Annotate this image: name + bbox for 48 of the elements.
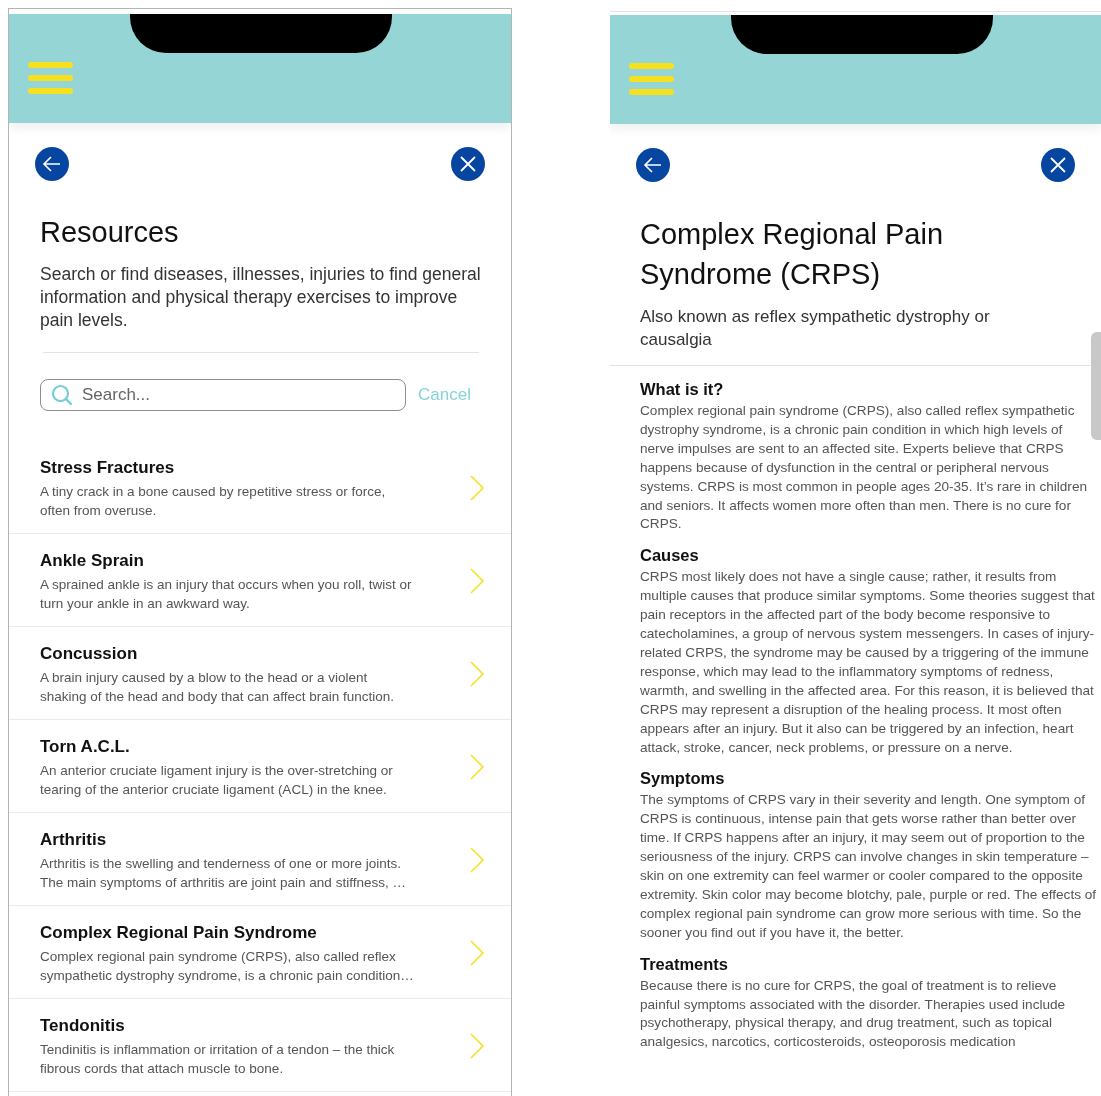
item-summary: Arthritis is the swelling and tenderness of one or more joints. The main symptoms of arthritis are joint pain and stiffness, … [40, 854, 407, 892]
item-summary: A brain injury caused by a blow to the head or a violent shaking of the head and body that can affect brain function. [40, 668, 395, 706]
close-button[interactable] [451, 147, 485, 181]
item-title: Concussion [40, 642, 139, 665]
item-summary: Complex regional pain syndrome (CRPS), also called reflex sympathetic dystrophy syndrome, is a chronic pain condition… [40, 947, 415, 985]
resource-item[interactable]: Complex Regional Pain Syndrome Complex regional pain syndrome (CRPS), also called reflex sympathetic dystrophy syndrome, is a chronic pain condition… [9, 906, 511, 998]
page-description: Search or find diseases, illnesses, injuries to find general information and physical therapy exercises to improve pain levels. [40, 263, 482, 332]
resource-item[interactable]: Arthritis Arthritis is the swelling and tenderness of one or more joints. The main symptoms of arthritis are joint pain and stiffness, … [9, 813, 511, 905]
section-text: Complex regional pain syndrome (CRPS), also called reflex sympathetic dystrophy syndrome, is a chronic pain condition in which high levels of nerve impulses are sent to an affected site. Experts believe that CRPS happens because of dysfunction in the central or peripheral nervous systems. CRPS is most common in people ages 20-35. It’s rare in children and seniors. It affects women more often than men. There is no cure for CRPS. [640, 402, 1089, 534]
close-icon [459, 155, 477, 173]
resource-item[interactable]: Ankle Sprain A sprained ankle is an injury that occurs when you roll, twist or turn your ankle in an awkward way. [9, 534, 511, 626]
item-title: Complex Regional Pain Syndrome [40, 921, 318, 944]
chevron-right-icon [469, 939, 485, 967]
item-title: Stress Fractures [40, 456, 176, 479]
resource-item[interactable]: Stress Fractures A tiny crack in a bone caused by repetitive stress or force, often from overuse. [9, 441, 511, 533]
article-subtitle: Also known as reflex sympathetic dystrophy or causalgia [640, 306, 991, 351]
item-summary: An anterior cruciate ligament injury is the over-stretching or tearing of the anterior cruciate ligament (ACL) in the knee. [40, 761, 394, 799]
back-button[interactable] [35, 147, 69, 181]
item-title: Torn A.C.L. [40, 735, 131, 758]
resource-item[interactable]: Torn A.C.L. An anterior cruciate ligament injury is the over-stretching or tearing of the anterior cruciate ligament (ACL) in the knee. [9, 720, 511, 812]
chevron-right-icon [469, 1032, 485, 1060]
close-button[interactable] [1041, 148, 1075, 182]
search-icon [51, 384, 73, 406]
article-title: Complex Regional Pain Syndrome (CRPS) [640, 217, 945, 292]
close-icon [1049, 156, 1067, 174]
section-text: The symptoms of CRPS vary in their severity and length. One symptom of CRPS is continuous, intense pain that gets worse rather than better over time. If CRPS happens after an injury, it may seem out of proportion to the seriousness of the injury. CRPS can involve changes in skin temperature – skin on one extremity can feel warmer or cooler compared to the opposite extremity. Skin color may become blotchy, pale, purple or red. The effects of complex regional pain syndrome can grow more serious with time. So the sooner you find out if you have it, the better. [640, 791, 1098, 942]
search-field[interactable]: Search... [40, 379, 406, 411]
item-summary: A tiny crack in a bone caused by repetitive stress or force, often from overuse. [40, 482, 387, 520]
chevron-right-icon [469, 753, 485, 781]
section-heading: Causes [640, 545, 700, 567]
item-summary: Tendinitis is inflammation or irritation of a tendon – the thick fibrous cords that attach muscle to bone. [40, 1040, 396, 1078]
item-title: Ankle Sprain [40, 549, 145, 572]
section-text: Because there is no cure for CRPS, the goal of treatment is to relieve painful symptoms associated with the disorder. Therapies used include psychotherapy, physical therapy, and drug treatment, such as topical analgesics, narcotics, corticosteroids, osteoporosis medication [640, 976, 1067, 1052]
item-title: Tendonitis [40, 1014, 126, 1037]
chevron-right-icon [469, 660, 485, 688]
item-title: Arthritis [40, 828, 108, 851]
chevron-right-icon [469, 474, 485, 502]
item-summary: A sprained ankle is an injury that occurs when you roll, twist or turn your ankle in an awkward way. [40, 575, 413, 613]
resource-item[interactable]: Tendonitis Tendinitis is inflammation or irritation of a tendon – the thick fibrous cords that attach muscle to bone. [9, 999, 511, 1091]
chevron-right-icon [469, 846, 485, 874]
section-heading: Treatments [640, 953, 730, 975]
page-title: Resources [40, 215, 180, 249]
resource-item[interactable]: Concussion A brain injury caused by a blow to the head or a violent shaking of the head and body that can affect brain function. [9, 627, 511, 719]
section-heading: Symptoms [640, 768, 726, 790]
back-button[interactable] [636, 148, 670, 182]
chevron-right-icon [469, 567, 485, 595]
section-heading: What is it? [640, 379, 725, 400]
section-text: CRPS most likely does not have a single cause; rather, it results from multiple causes that produce similar symptoms. Some theories suggest that pain receptors in the affected part of the body become responsive to catecholamines, a group of nervous system messengers. In cases of injury-related CRPS, the syndrome may be caused by a triggering of the immune response, which may lead to the inflammatory symptoms of redness, warmth, and swelling in the affected area. For this reason, it is believed that CRPS may represent a disruption of the healing process. It most often appears after an injury. But it also can be triggered by an infection, heart attack, stroke, cancer, neck problems, or pressure on a nerve. [640, 568, 1096, 757]
